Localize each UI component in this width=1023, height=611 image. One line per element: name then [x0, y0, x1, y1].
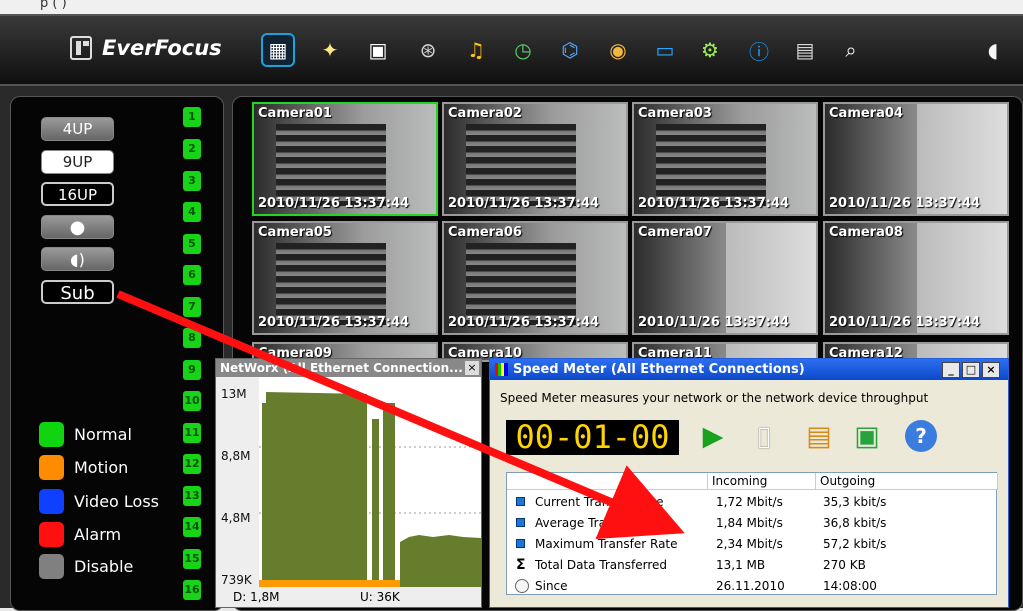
- help-icon[interactable]: ?: [905, 420, 937, 452]
- speed-meter-window: Speed Meter (All Ethernet Connections) _…: [489, 358, 1009, 608]
- live-view-icon[interactable]: ▦: [261, 33, 295, 67]
- table-row: Current Transfer Rate 1,72 Mbit/s 35,3 kbi…: [507, 492, 996, 513]
- channel-button-3[interactable]: 3: [183, 171, 201, 191]
- channel-button-1[interactable]: 1: [183, 107, 201, 127]
- alarm-swatch: [39, 522, 64, 547]
- document-icon[interactable]: ▯: [748, 420, 780, 452]
- layout-4up-button[interactable]: 4UP: [41, 117, 114, 141]
- channel-button-2[interactable]: 2: [183, 139, 201, 159]
- brand-name: EverFocus: [102, 36, 222, 60]
- speed-meter-titlebar[interactable]: Speed Meter (All Ethernet Connections) _…: [490, 359, 1008, 380]
- clipboard-icon[interactable]: ▤: [803, 420, 835, 452]
- networx-download-value: D: 1,8M: [233, 590, 280, 604]
- wand-icon[interactable]: ✦: [313, 33, 347, 67]
- microphone-button[interactable]: ●: [41, 215, 114, 239]
- camera-tile-4[interactable]: Camera04 2010/11/26 13:37:44: [823, 102, 1009, 216]
- channel-button-6[interactable]: 6: [183, 265, 201, 285]
- networx-traffic-graph: [259, 377, 481, 589]
- film-reel-icon[interactable]: ⊛: [411, 33, 445, 67]
- channel-button-9[interactable]: 9: [183, 360, 201, 380]
- layout-9up-button[interactable]: 9UP: [41, 150, 114, 174]
- close-button[interactable]: ×: [982, 362, 1000, 378]
- legend-normal: Normal: [39, 422, 132, 447]
- camera-tile-2[interactable]: Camera02 2010/11/26 13:37:44: [442, 102, 628, 216]
- normal-swatch: [39, 422, 64, 447]
- minimize-button[interactable]: _: [942, 362, 960, 378]
- channel-button-12[interactable]: 12: [183, 454, 201, 474]
- channel-button-14[interactable]: 14: [183, 517, 201, 537]
- speaker-mute-button[interactable]: ◖): [41, 247, 114, 271]
- networx-y-axis: 13M 8,8M 4,8M 739K: [216, 377, 259, 589]
- camera-tile-6[interactable]: Camera06 2010/11/26 13:37:44: [442, 221, 628, 335]
- speaker-muted-icon: ◖): [70, 250, 85, 269]
- microphone-icon: ●: [69, 217, 86, 238]
- network-icon[interactable]: ⌬: [553, 33, 587, 67]
- search-document-icon[interactable]: ⌕: [834, 33, 868, 67]
- networx-upload-value: U: 36K: [360, 590, 400, 604]
- info-icon[interactable]: ⓘ: [742, 33, 776, 67]
- legend-disable: Disable: [39, 554, 133, 579]
- camera-tile-1[interactable]: Camera01 2010/11/26 13:37:44: [252, 102, 438, 216]
- networx-footer: D: 1,8M U: 36K: [216, 587, 481, 607]
- networx-close-button[interactable]: ×: [465, 361, 479, 375]
- bell-icon[interactable]: ♫: [459, 33, 493, 67]
- incoming-column-header[interactable]: Incoming: [708, 473, 816, 490]
- blank-column-header: [507, 473, 708, 490]
- main-toolbar: EverFocus ▦ ✦ ▣ ⊛ ♫ ◷ ⌬ ◉ ▭ ⚙ ⓘ ▤ ⌕ ◖: [0, 16, 1023, 86]
- channel-button-7[interactable]: 7: [183, 297, 201, 317]
- timer-display: 00-01-00: [506, 420, 679, 455]
- transfer-stats-table: Incoming Outgoing Current Transfer Rate 1…: [506, 472, 998, 597]
- table-row: Maximum Transfer Rate 2,34 Mbit/s 57,2 kbi…: [507, 534, 996, 555]
- camera-tile-7[interactable]: Camera07 2010/11/26 13:37:44: [632, 221, 818, 335]
- camera-tile-5[interactable]: Camera05 2010/11/26 13:37:44: [252, 221, 438, 335]
- channel-button-8[interactable]: 8: [183, 328, 201, 348]
- networx-title[interactable]: NetWorx (All Ethernet Connection...: [216, 359, 481, 377]
- outgoing-column-header[interactable]: Outgoing: [816, 473, 998, 490]
- legend-alarm: Alarm: [39, 522, 121, 547]
- play-icon[interactable]: ▶: [697, 420, 729, 452]
- channel-button-10[interactable]: 10: [183, 391, 201, 411]
- gears-icon[interactable]: ⚙: [693, 33, 727, 67]
- blue-square-icon: [516, 497, 525, 506]
- channel-button-13[interactable]: 13: [183, 486, 201, 506]
- monitor-icon[interactable]: ▭: [648, 33, 682, 67]
- maximize-button[interactable]: □: [962, 362, 980, 378]
- filmstrip-icon[interactable]: ▤: [788, 33, 822, 67]
- legend-motion: Motion: [39, 455, 128, 480]
- networx-window: NetWorx (All Ethernet Connection... × 13…: [215, 358, 482, 608]
- blue-square-icon: [516, 539, 525, 548]
- channel-button-16[interactable]: 16: [183, 580, 201, 600]
- schedule-clock-icon[interactable]: ◷: [506, 33, 540, 67]
- dome-camera-icon[interactable]: ◖: [976, 33, 1010, 67]
- speed-meter-description: Speed Meter measures your network or the…: [500, 391, 929, 405]
- everfocus-logo: EverFocus: [70, 36, 222, 60]
- save-icon[interactable]: ▣: [851, 420, 883, 452]
- camera-icon[interactable]: ▣: [361, 33, 395, 67]
- speed-meter-app-icon: [495, 363, 508, 376]
- camera-tile-8[interactable]: Camera08 2010/11/26 13:37:44: [823, 221, 1009, 335]
- channel-button-11[interactable]: 11: [183, 423, 201, 443]
- disable-swatch: [39, 554, 64, 579]
- video-loss-swatch: [39, 489, 64, 514]
- layout-16up-button[interactable]: 16UP: [41, 182, 114, 206]
- upload-area: [259, 580, 400, 587]
- left-control-panel: 4UP 9UP 16UP ● ◖) Sub 1 2 3 4 5 6 7 8 9 …: [10, 96, 224, 611]
- clock-icon: [515, 579, 529, 593]
- table-row: Σ Total Data Transferred 13,1 MB 270 KB: [507, 555, 996, 576]
- channel-button-5[interactable]: 5: [183, 234, 201, 254]
- sub-button[interactable]: Sub: [41, 280, 114, 304]
- disk-icon[interactable]: ◉: [601, 33, 635, 67]
- legend-video-loss: Video Loss: [39, 489, 159, 514]
- channel-button-4[interactable]: 4: [183, 202, 201, 222]
- motion-swatch: [39, 455, 64, 480]
- blue-square-icon: [516, 518, 525, 527]
- channel-button-15[interactable]: 15: [183, 549, 201, 569]
- sigma-icon: Σ: [516, 557, 526, 573]
- table-row: Average Transfer Rate 1,84 Mbit/s 36,8 kbi…: [507, 513, 996, 534]
- camera-tile-3[interactable]: Camera03 2010/11/26 13:37:44: [632, 102, 818, 216]
- table-row: Since 26.11.2010 14:08:00: [507, 576, 996, 597]
- everfocus-logo-mark-icon: [70, 36, 92, 60]
